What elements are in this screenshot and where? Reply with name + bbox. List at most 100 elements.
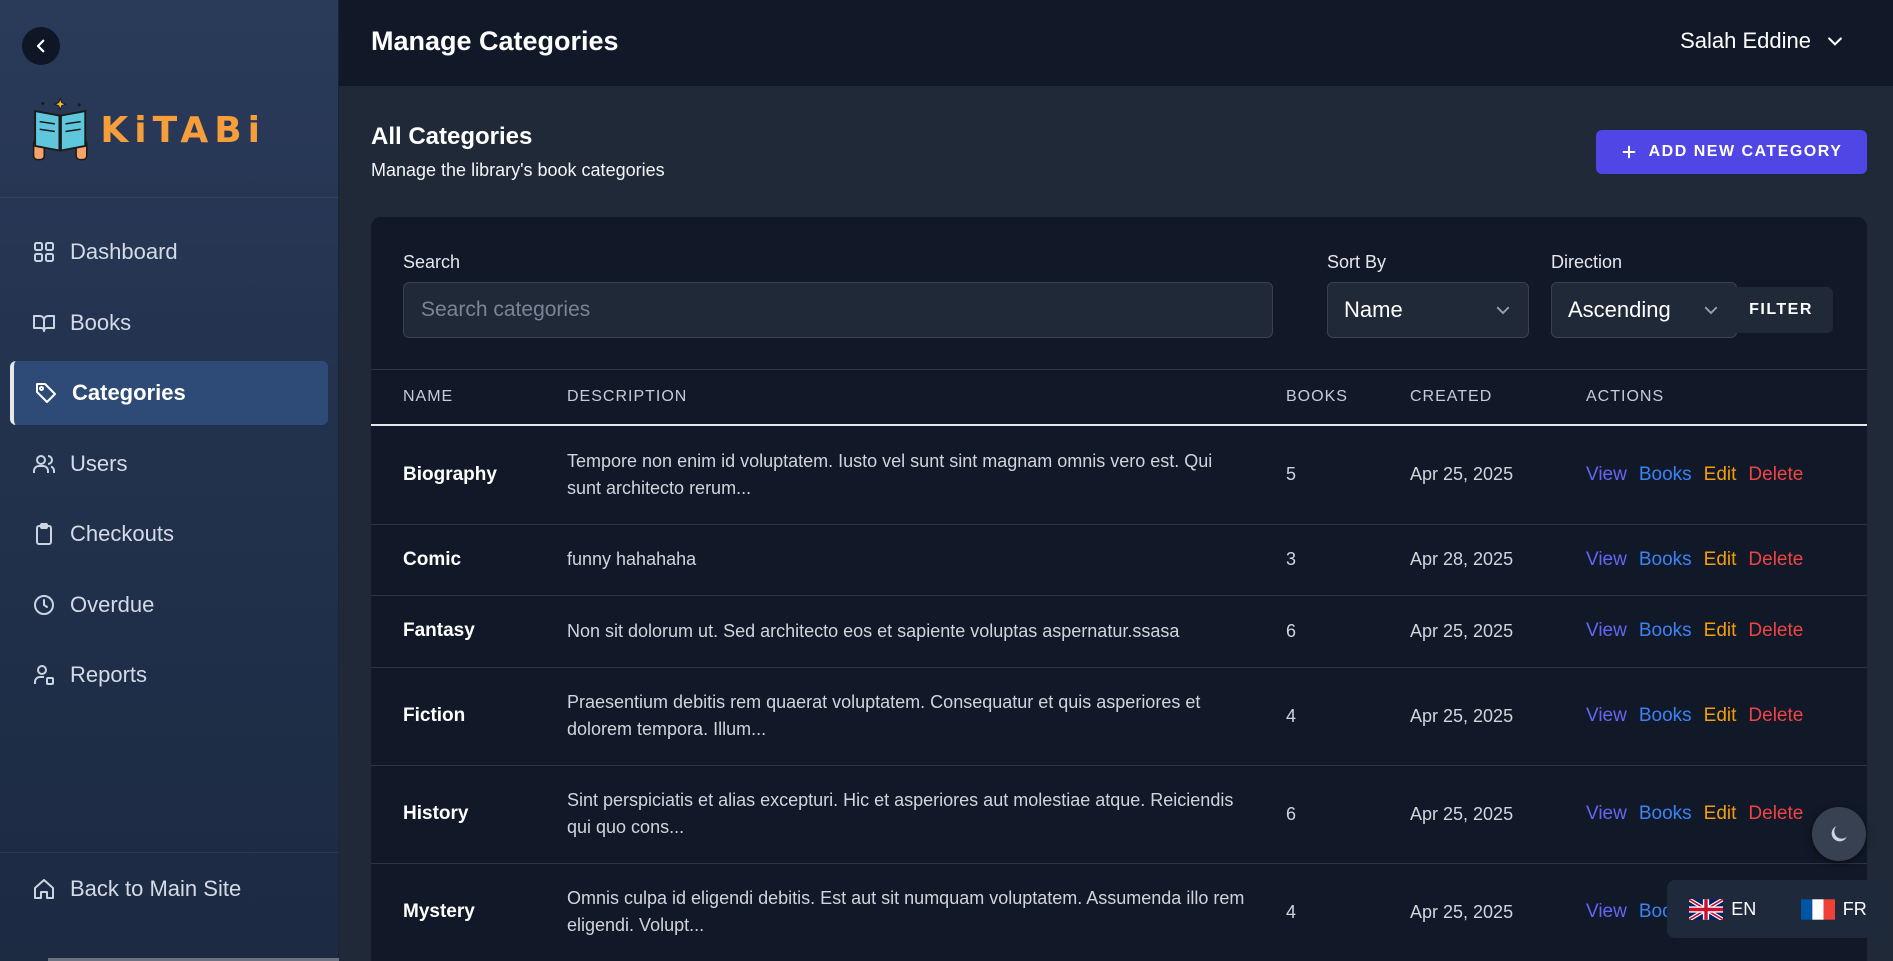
grid-icon	[34, 242, 54, 262]
back-to-main-site-link[interactable]: Back to Main Site	[32, 876, 241, 902]
column-header-actions: ACTIONS	[1586, 388, 1665, 405]
category-books-count: 6	[1286, 765, 1410, 864]
topbar: Manage Categories Salah Eddine	[339, 0, 1893, 87]
category-name: Comic	[371, 524, 567, 596]
logo[interactable]: KiTABi	[26, 84, 266, 176]
france-flag-icon	[1800, 898, 1835, 920]
delete-link[interactable]: Delete	[1748, 705, 1803, 727]
back-button[interactable]	[22, 27, 60, 65]
moon-icon	[1831, 826, 1847, 842]
column-header-books[interactable]: BOOKS	[1286, 370, 1410, 425]
view-link[interactable]: View	[1586, 620, 1627, 642]
edit-link[interactable]: Edit	[1704, 620, 1737, 642]
view-link[interactable]: View	[1586, 464, 1627, 486]
sidebar-item-label: Overdue	[70, 591, 155, 617]
table-row: Mystery Omnis culpa id eligendi debitis.…	[371, 863, 1867, 961]
user-name: Salah Eddine	[1680, 28, 1811, 53]
language-fr-button[interactable]: FR	[1800, 898, 1867, 920]
users-icon	[33, 454, 55, 473]
add-button-label: ADD NEW CATEGORY	[1648, 143, 1843, 160]
edit-link[interactable]: Edit	[1704, 549, 1737, 571]
category-description: Tempore non enim id voluptatem. Iusto ve…	[567, 425, 1286, 525]
category-description: Non sit dolorum ut. Sed architecto eos e…	[567, 595, 1286, 668]
table-row: Comic funny hahahaha 3 Apr 28, 2025 View…	[371, 524, 1867, 596]
language-en-label: EN	[1731, 898, 1757, 919]
back-to-main-label: Back to Main Site	[70, 876, 242, 901]
add-new-category-button[interactable]: ADD NEW CATEGORY	[1596, 130, 1867, 174]
view-link[interactable]: View	[1586, 901, 1627, 923]
sidebar-item-checkouts[interactable]: Checkouts	[10, 502, 328, 566]
sort-by-select[interactable]: Name	[1327, 282, 1529, 338]
category-created-date: Apr 28, 2025	[1410, 524, 1586, 596]
clock-icon	[34, 594, 54, 615]
delete-link[interactable]: Delete	[1748, 803, 1803, 825]
category-books-count: 4	[1286, 667, 1410, 766]
chevron-down-icon	[1828, 37, 1842, 46]
table-header-row: NAME DESCRIPTION BOOKS CREATED ACTIONS	[371, 370, 1867, 425]
view-link[interactable]: View	[1586, 549, 1627, 571]
tag-icon	[36, 383, 56, 403]
categories-card: Search Sort By Name Direction Ascending …	[371, 217, 1867, 961]
home-icon	[34, 879, 54, 899]
section-subtitle: Manage the library's book categories	[371, 160, 665, 180]
view-link[interactable]: View	[1586, 705, 1627, 727]
table-row: Fantasy Non sit dolorum ut. Sed architec…	[371, 595, 1867, 668]
book-open-icon	[33, 314, 55, 332]
category-name: History	[371, 765, 567, 864]
sidebar-item-overdue[interactable]: Overdue	[10, 573, 328, 637]
sidebar-item-label: Checkouts	[70, 521, 174, 546]
books-link[interactable]: Books	[1639, 705, 1692, 727]
sidebar-item-label: Reports	[70, 662, 148, 687]
delete-link[interactable]: Delete	[1748, 620, 1803, 642]
sidebar-divider	[0, 197, 339, 198]
delete-link[interactable]: Delete	[1748, 464, 1803, 486]
edit-link[interactable]: Edit	[1704, 705, 1737, 727]
sort-by-value: Name	[1344, 297, 1403, 322]
main-content: All Categories Manage the library's book…	[339, 87, 1893, 961]
sidebar-item-reports[interactable]: Reports	[10, 643, 328, 707]
table-row: Fiction Praesentium debitis rem quaerat …	[371, 667, 1867, 766]
user-chart-icon	[34, 665, 54, 685]
plus-icon	[1622, 145, 1635, 159]
category-name: Biography	[371, 425, 567, 525]
sidebar-item-label: Books	[70, 309, 132, 335]
sidebar-item-users[interactable]: Users	[10, 432, 328, 496]
uk-flag-icon	[1689, 898, 1724, 920]
language-en-button[interactable]: EN	[1689, 898, 1757, 920]
theme-toggle-button[interactable]	[1812, 807, 1866, 861]
category-name: Fiction	[371, 667, 567, 766]
search-input[interactable]	[403, 282, 1273, 338]
category-books-count: 3	[1286, 524, 1410, 596]
user-menu[interactable]: Salah Eddine	[1680, 28, 1845, 54]
column-header-name[interactable]: NAME	[371, 370, 567, 425]
sidebar-item-books[interactable]: Books	[10, 291, 328, 355]
chevron-left-icon	[36, 39, 45, 53]
books-link[interactable]: Books	[1639, 549, 1692, 571]
edit-link[interactable]: Edit	[1704, 464, 1737, 486]
section-title: All Categories	[371, 123, 533, 150]
chevron-down-icon	[1704, 306, 1718, 315]
filter-button[interactable]: FILTER	[1729, 287, 1833, 333]
category-created-date: Apr 25, 2025	[1410, 667, 1586, 766]
books-link[interactable]: Books	[1639, 620, 1692, 642]
sidebar-item-label: Categories	[72, 380, 186, 405]
sidebar-item-dashboard[interactable]: Dashboard	[10, 220, 328, 284]
category-description: Omnis culpa id eligendi debitis. Est aut…	[567, 863, 1286, 961]
clipboard-icon	[36, 523, 52, 545]
books-link[interactable]: Books	[1639, 803, 1692, 825]
category-created-date: Apr 25, 2025	[1410, 765, 1586, 864]
table-row: Biography Tempore non enim id voluptatem…	[371, 425, 1867, 525]
category-name: Fantasy	[371, 595, 567, 668]
sort-by-label: Sort By	[1327, 252, 1387, 272]
view-link[interactable]: View	[1586, 803, 1627, 825]
delete-link[interactable]: Delete	[1748, 549, 1803, 571]
books-link[interactable]: Books	[1639, 464, 1692, 486]
column-header-created[interactable]: CREATED	[1410, 370, 1586, 425]
edit-link[interactable]: Edit	[1704, 803, 1737, 825]
sidebar-item-categories[interactable]: Categories	[10, 361, 328, 425]
logo-text: KiTABi	[100, 109, 266, 151]
category-created-date: Apr 25, 2025	[1410, 425, 1586, 525]
column-header-description[interactable]: DESCRIPTION	[567, 370, 1286, 425]
category-books-count: 6	[1286, 595, 1410, 668]
direction-select[interactable]: Ascending	[1551, 282, 1737, 338]
